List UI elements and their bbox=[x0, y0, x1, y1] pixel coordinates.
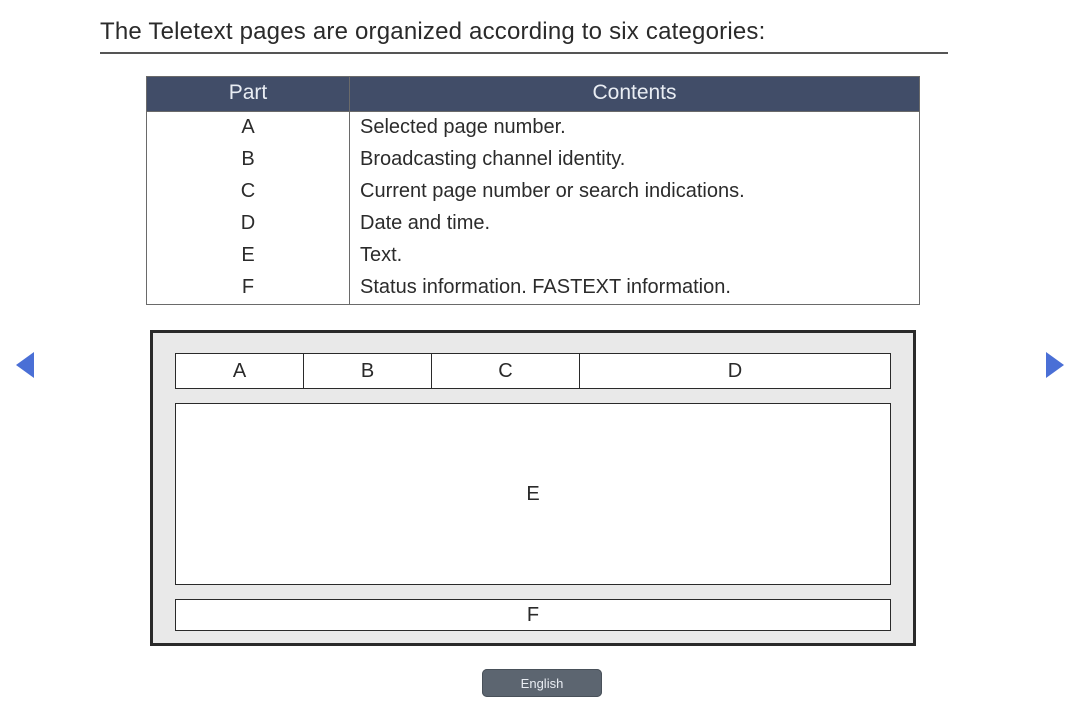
page-title: The Teletext pages are organized accordi… bbox=[100, 18, 765, 46]
language-label: English bbox=[521, 676, 564, 691]
table-row: D Date and time. bbox=[147, 208, 920, 240]
prev-page-arrow-icon[interactable] bbox=[16, 352, 34, 378]
diagram-region-E: E bbox=[175, 403, 891, 585]
table-row: E Text. bbox=[147, 240, 920, 272]
diagram-top-row: A B C D bbox=[175, 353, 891, 389]
part-letter: B bbox=[147, 144, 350, 176]
part-letter: A bbox=[147, 112, 350, 145]
layout-diagram: A B C D E F bbox=[150, 330, 916, 646]
diagram-region-B: B bbox=[304, 354, 432, 388]
table-row: C Current page number or search indicati… bbox=[147, 176, 920, 208]
next-page-arrow-icon[interactable] bbox=[1046, 352, 1064, 378]
diagram-region-F: F bbox=[175, 599, 891, 631]
table-row: F Status information. FASTEXT informatio… bbox=[147, 272, 920, 305]
part-contents: Current page number or search indication… bbox=[350, 176, 920, 208]
table-row: A Selected page number. bbox=[147, 112, 920, 145]
part-contents: Status information. FASTEXT information. bbox=[350, 272, 920, 305]
diagram-region-C: C bbox=[432, 354, 580, 388]
part-contents: Date and time. bbox=[350, 208, 920, 240]
diagram-region-A: A bbox=[176, 354, 304, 388]
language-button[interactable]: English bbox=[482, 669, 602, 697]
part-letter: F bbox=[147, 272, 350, 305]
table-row: B Broadcasting channel identity. bbox=[147, 144, 920, 176]
part-letter: E bbox=[147, 240, 350, 272]
parts-table: Part Contents A Selected page number. B … bbox=[146, 76, 920, 305]
parts-table-header-part: Part bbox=[147, 77, 350, 112]
manual-page: The Teletext pages are organized accordi… bbox=[0, 0, 1080, 705]
part-letter: C bbox=[147, 176, 350, 208]
part-contents: Selected page number. bbox=[350, 112, 920, 145]
parts-table-header-contents: Contents bbox=[350, 77, 920, 112]
title-underline bbox=[100, 52, 948, 54]
part-contents: Text. bbox=[350, 240, 920, 272]
part-letter: D bbox=[147, 208, 350, 240]
part-contents: Broadcasting channel identity. bbox=[350, 144, 920, 176]
diagram-region-D: D bbox=[580, 354, 890, 388]
